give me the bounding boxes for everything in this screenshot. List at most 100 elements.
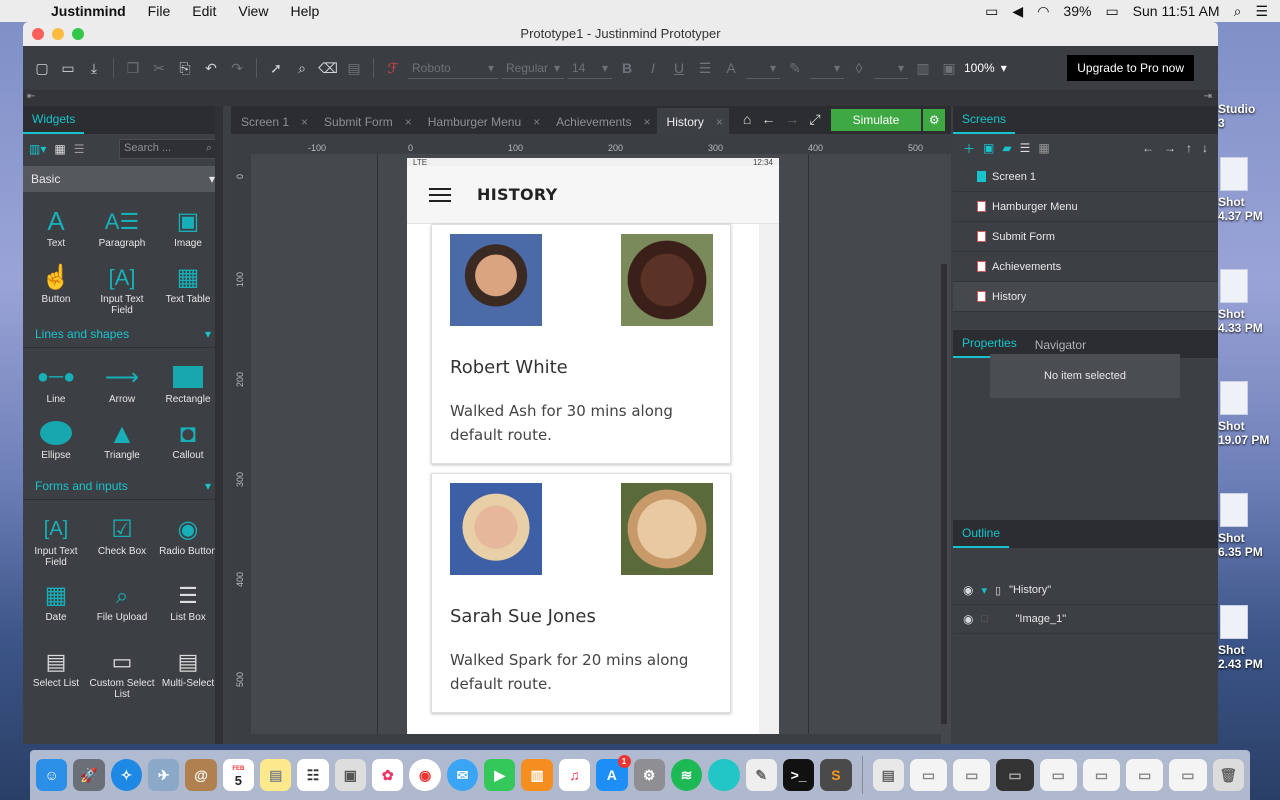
recent-window-thumbnail[interactable]: ▭ xyxy=(1039,759,1077,791)
zoom-search-icon[interactable]: ⌕ xyxy=(291,57,313,79)
menu-edit[interactable]: Edit xyxy=(181,3,227,19)
forward-icon[interactable]: → xyxy=(785,111,799,128)
ibooks-icon[interactable]: ▥ xyxy=(521,759,553,791)
menu-file[interactable]: File xyxy=(137,3,182,19)
export-icon[interactable]: ⤓ xyxy=(83,57,105,79)
system-preferences-icon[interactable]: ⚙ xyxy=(633,759,665,791)
underline-icon[interactable]: U xyxy=(668,57,690,79)
hamburger-menu-icon[interactable] xyxy=(429,187,451,202)
new-file-icon[interactable]: ▢ xyxy=(31,57,53,79)
recent-window-thumbnail[interactable]: ▭ xyxy=(1169,759,1207,791)
lines-shapes-section[interactable]: Lines and shapes ▾ xyxy=(23,320,223,348)
expand-chevron-icon[interactable]: ▾ xyxy=(981,584,987,597)
stroke-select[interactable]: ▾ xyxy=(810,57,844,79)
add-folder-icon[interactable]: ▰ xyxy=(1002,141,1011,155)
desktop-icon-studio[interactable]: Studio 3 xyxy=(1218,102,1280,130)
widget-category-select[interactable]: Basic ▾ xyxy=(23,166,223,192)
widget-input-text-field[interactable]: [A] Input Text Field xyxy=(89,260,155,316)
photos-icon[interactable]: ✿ xyxy=(372,759,404,791)
screen-item-history[interactable]: History xyxy=(953,282,1218,312)
home-icon[interactable]: ⌂ xyxy=(743,111,751,128)
grid-view-icon[interactable]: ▦ xyxy=(54,142,65,156)
history-card[interactable]: Robert White Walked Ash for 30 mins alon… xyxy=(431,224,731,464)
justinmind-icon[interactable] xyxy=(708,759,740,791)
move-right-icon[interactable]: → xyxy=(1164,141,1176,155)
close-tab-icon[interactable]: × xyxy=(301,115,308,129)
redo-icon[interactable]: ↷ xyxy=(226,57,248,79)
zoom-window-button[interactable] xyxy=(72,28,84,40)
list-view-icon[interactable]: ☰ xyxy=(1020,141,1031,155)
design-canvas[interactable]: -100 0 100 200 300 400 500 0 100 200 300… xyxy=(231,134,951,744)
fill-icon[interactable]: ◊ xyxy=(848,57,870,79)
text-color-icon[interactable]: A xyxy=(720,57,742,79)
font-size-select[interactable]: 14 ▾ xyxy=(568,57,612,79)
preview-icon[interactable]: ▣ xyxy=(334,759,367,791)
visibility-eye-icon[interactable]: ◉ xyxy=(963,612,973,626)
forms-inputs-section[interactable]: Forms and inputs ▾ xyxy=(23,472,223,500)
notification-center-icon[interactable]: ☰ xyxy=(1255,3,1268,20)
notes-icon[interactable]: ▤ xyxy=(260,759,292,791)
mobile-screen-history[interactable]: LTE 12:34 HISTORY Robert White Walked As… xyxy=(407,158,779,744)
desktop-icon-screenshot[interactable]: Shot 4.37 PM xyxy=(1218,157,1280,223)
grid-view-icon[interactable]: ▦ xyxy=(1038,141,1049,155)
undo-icon[interactable]: ↶ xyxy=(200,57,222,79)
app-store-icon[interactable]: A1 xyxy=(596,755,631,791)
simulate-button[interactable]: Simulate xyxy=(830,109,922,131)
italic-icon[interactable]: I xyxy=(642,57,664,79)
cut-icon[interactable]: ✂ xyxy=(148,57,170,79)
menu-app-name[interactable]: Justinmind xyxy=(40,3,137,19)
select-pointer-icon[interactable]: ➚ xyxy=(265,57,287,79)
add-screen-icon[interactable]: ＋ xyxy=(963,140,975,157)
widget-custom-select-list[interactable]: ▭ Custom Select List xyxy=(89,644,155,710)
widget-search-input[interactable]: Search ... ⌕ xyxy=(119,139,217,159)
menu-view[interactable]: View xyxy=(227,3,279,19)
widgets-scrollbar[interactable] xyxy=(215,106,223,744)
close-tab-icon[interactable]: × xyxy=(533,115,540,129)
collapse-left-icon[interactable]: ⇤ xyxy=(27,91,35,102)
font-weight-select[interactable]: Regular ▾ xyxy=(502,57,564,79)
contacts-icon[interactable]: @ xyxy=(185,759,217,791)
battery-percent[interactable]: 39% xyxy=(1063,3,1091,19)
desktop-icon-screenshot[interactable]: Shot 19.07 PM xyxy=(1218,381,1280,447)
itunes-icon[interactable]: ♫ xyxy=(558,759,591,791)
horizontal-scrollbar[interactable] xyxy=(251,734,941,744)
widget-list-box[interactable]: ☰ List Box xyxy=(155,578,221,644)
fullscreen-icon[interactable]: ⤢ xyxy=(809,111,820,128)
tab-history[interactable]: History × xyxy=(656,108,729,134)
widget-triangle[interactable]: ▲ Triangle xyxy=(89,416,155,472)
tab-achievements[interactable]: Achievements × xyxy=(546,115,656,134)
bold-icon[interactable]: B xyxy=(616,57,638,79)
list-view-icon[interactable]: ☰ xyxy=(74,142,85,156)
widget-image[interactable]: ▣ Image xyxy=(155,204,221,260)
add-screen-image-icon[interactable]: ▣ xyxy=(983,141,994,155)
tab-hamburger-menu[interactable]: Hamburger Menu × xyxy=(418,115,546,134)
text-color-select[interactable]: ▾ xyxy=(746,57,780,79)
widget-paragraph[interactable]: A☰ Paragraph xyxy=(89,204,155,260)
widget-multi-select[interactable]: ▤ Multi-Select xyxy=(155,644,221,710)
align-icon[interactable]: ☰ xyxy=(694,57,716,79)
spotlight-icon[interactable]: ⌕ xyxy=(1234,3,1242,20)
close-tab-icon[interactable]: × xyxy=(644,115,651,129)
history-card[interactable]: Sarah Sue Jones Walked Spark for 20 mins… xyxy=(431,473,731,713)
dog-photo-ash[interactable] xyxy=(621,234,713,326)
widget-radio-button[interactable]: ◉ Radio Button xyxy=(155,512,221,578)
reminders-icon[interactable]: ☷ xyxy=(297,759,329,791)
open-folder-icon[interactable]: ▭ xyxy=(57,57,79,79)
chrome-icon[interactable]: ◉ xyxy=(409,759,441,791)
facetime-icon[interactable]: ▶ xyxy=(484,759,516,791)
outline-row-history[interactable]: ◉ ▾ ▯ "History" xyxy=(953,576,1218,605)
spotify-icon[interactable]: ≋ xyxy=(670,759,703,791)
launchpad-icon[interactable]: 🚀 xyxy=(73,759,105,791)
tab-submit-form[interactable]: Submit Form × xyxy=(314,115,418,134)
canvas-scrollbar[interactable] xyxy=(941,264,947,724)
safari-icon[interactable]: ✧ xyxy=(110,759,143,791)
widget-callout[interactable]: ◘ Callout xyxy=(155,416,221,472)
outline-row-image-1[interactable]: ◉ □ "Image_1" xyxy=(953,605,1218,634)
widget-text[interactable]: A Text xyxy=(23,204,89,260)
widgets-tab[interactable]: Widgets xyxy=(23,112,85,134)
fill-select[interactable]: ▾ xyxy=(874,57,908,79)
messages-icon[interactable]: ✉ xyxy=(446,759,479,791)
walker-photo-sarah[interactable] xyxy=(450,483,542,575)
format-painter-icon[interactable]: ▤ xyxy=(343,57,365,79)
desktop-icon-screenshot[interactable]: Shot 4.33 PM xyxy=(1218,269,1280,335)
